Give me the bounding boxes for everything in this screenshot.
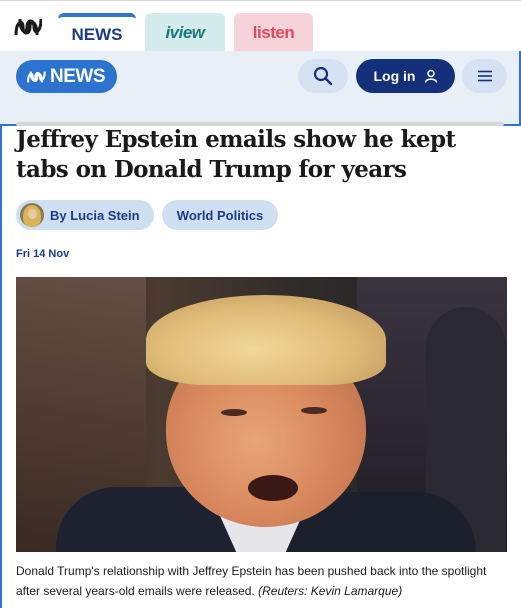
hero-image: [16, 277, 507, 552]
search-icon: [313, 66, 333, 86]
topic-link[interactable]: World Politics: [162, 200, 278, 230]
article-headline: Jeffrey Epstein emails show he kept tabs…: [16, 126, 456, 183]
search-button[interactable]: [298, 59, 348, 93]
image-caption: Donald Trump's relationship with Jeffrey…: [16, 561, 507, 601]
abc-logo-icon: [26, 71, 46, 82]
author-name: By Lucia Stein: [50, 207, 140, 223]
user-icon: [424, 69, 437, 83]
photo-credit: (Reuters: Kevin Lamarque): [258, 584, 403, 598]
login-button[interactable]: Log in: [356, 59, 455, 93]
network-bar: NEWS iview listen: [0, 0, 521, 52]
login-label: Log in: [373, 68, 416, 84]
site-header: NEWS Log in: [0, 51, 521, 126]
tab-iview[interactable]: iview: [145, 13, 225, 52]
menu-button[interactable]: [462, 59, 507, 93]
news-logo-text: NEWS: [50, 65, 106, 87]
publish-date: Fri 14 Nov: [16, 248, 70, 260]
caption-text: Donald Trump's relationship with Jeffrey…: [16, 564, 487, 598]
abc-news-logo[interactable]: NEWS: [16, 60, 117, 93]
avatar: [20, 203, 44, 227]
tab-listen[interactable]: listen: [234, 13, 313, 52]
author-link[interactable]: By Lucia Stein: [16, 200, 154, 230]
abc-logo-icon[interactable]: [14, 15, 42, 39]
tab-news[interactable]: NEWS: [58, 13, 136, 52]
menu-icon: [477, 70, 492, 82]
